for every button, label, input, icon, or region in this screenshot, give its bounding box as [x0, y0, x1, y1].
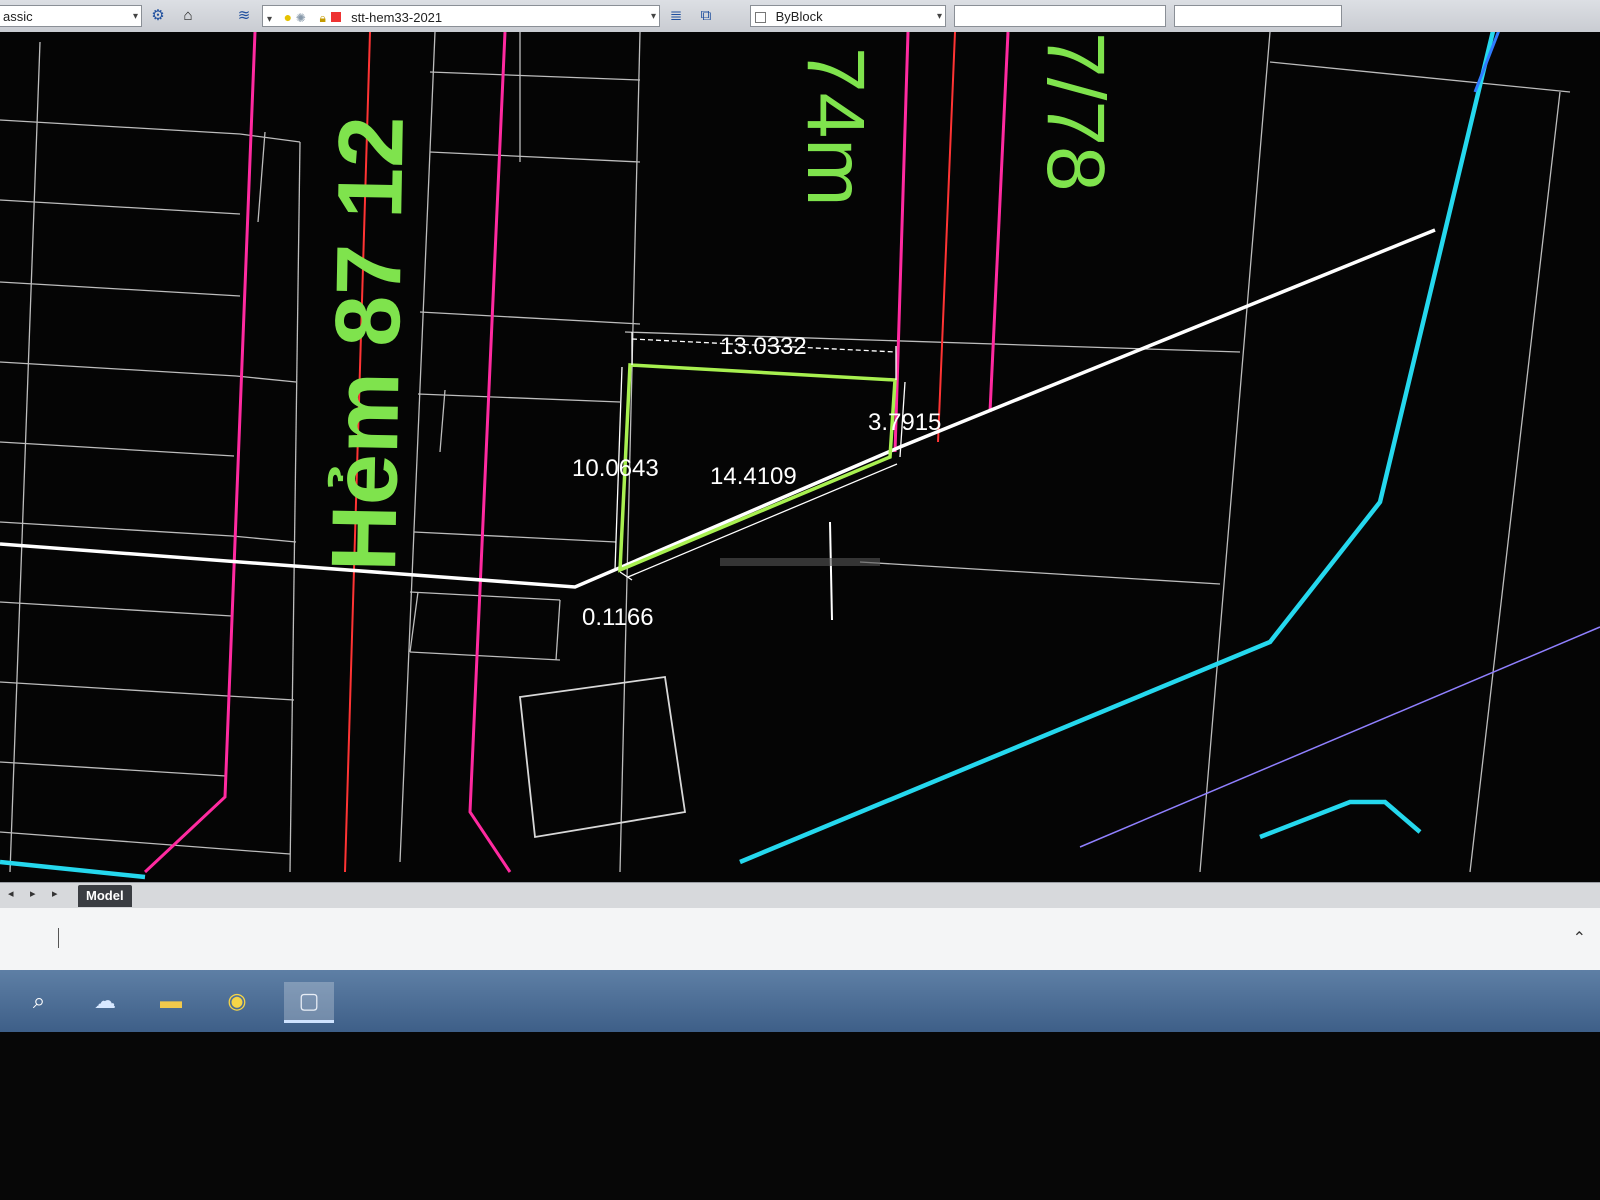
text-cursor: [58, 928, 59, 948]
chrome-icon[interactable]: ◉: [218, 982, 256, 1020]
sun-icon[interactable]: ✺: [296, 11, 306, 25]
match-layer-icon[interactable]: ⧉: [696, 6, 716, 26]
layer-states-icon[interactable]: ≣: [666, 6, 686, 26]
tab-nav-prev[interactable]: ▸: [30, 887, 36, 900]
folder-icon[interactable]: ▬: [152, 982, 190, 1020]
layers-icon[interactable]: ≋: [234, 6, 254, 26]
expand-command-icon[interactable]: ⌃: [1573, 928, 1586, 948]
lineweight-select[interactable]: [954, 5, 1166, 27]
color-square-icon: [331, 12, 342, 22]
chevron-small-icon: ▾: [267, 14, 273, 25]
bulb-icon[interactable]: ●: [284, 9, 292, 25]
checkbox-icon: [755, 12, 766, 24]
chevron-down-icon: ▾: [650, 11, 656, 22]
ribbon-toolbar: assic ▾ ⚙ ⌂ ≋ ▾ ● ✺ 🔒︎ stt-hem33-2021 ▾ …: [0, 0, 1600, 33]
settings-icon[interactable]: ⚙: [148, 6, 168, 26]
cyan-boundary: [0, 32, 1496, 880]
cloud-app-icon[interactable]: ☁: [86, 982, 124, 1020]
cad-drawing: Hẻm 87 12 74m 7/78 13.0332 3.7915 10.064…: [0, 32, 1600, 880]
workspace-select-value: assic: [3, 9, 33, 24]
workspace-select[interactable]: assic ▾: [0, 5, 142, 27]
layer-select[interactable]: ▾ ● ✺ 🔒︎ stt-hem33-2021 ▾: [262, 5, 660, 27]
dim-left: 10.0643: [572, 455, 659, 482]
building-outline: [519, 675, 687, 839]
violet-line: [1079, 626, 1600, 848]
dim-diagonal: 14.4109: [710, 463, 797, 490]
layer-select-value: stt-hem33-2021: [351, 10, 443, 25]
app-window-icon[interactable]: ▢: [284, 982, 334, 1023]
command-line[interactable]: ⌃: [0, 908, 1600, 970]
drawing-canvas[interactable]: Hẻm 87 12 74m 7/78 13.0332 3.7915 10.064…: [0, 32, 1600, 882]
dim-right: 3.7915: [868, 409, 941, 436]
linetype-select-value: ByBlock: [775, 9, 823, 24]
dim-top: 13.0332: [720, 333, 807, 360]
top-label-lot-number: 7/78: [1030, 32, 1121, 192]
top-label-road-width: 74m: [790, 47, 881, 207]
parcel-lines: [0, 32, 1571, 873]
search-icon[interactable]: ⌕: [20, 982, 58, 1020]
cursor-crosshair: [720, 521, 880, 621]
lock-icon[interactable]: 🔒︎: [319, 11, 325, 25]
tab-model[interactable]: Model: [78, 885, 132, 907]
chevron-down-icon: ▾: [132, 11, 138, 22]
street-label: Hẻm 87 12: [313, 115, 423, 572]
linetype-select[interactable]: ByBlock ▾: [750, 5, 946, 27]
chevron-down-icon: ▾: [936, 11, 942, 22]
white-road-line: [0, 228, 1436, 589]
plotstyle-select[interactable]: [1174, 5, 1342, 27]
save-icon[interactable]: ⌂: [178, 6, 198, 26]
tab-nav-next[interactable]: ▸: [52, 887, 58, 900]
monitor-bezel: [0, 1032, 1600, 1200]
taskbar: ⌕ ☁ ▬ ◉ ▢: [0, 970, 1600, 1032]
dim-bottom: 0.1166: [582, 604, 654, 631]
layout-tabs-bar: ◂ ▸ ▸ Model: [0, 882, 1600, 909]
tab-nav-first[interactable]: ◂: [8, 887, 14, 900]
